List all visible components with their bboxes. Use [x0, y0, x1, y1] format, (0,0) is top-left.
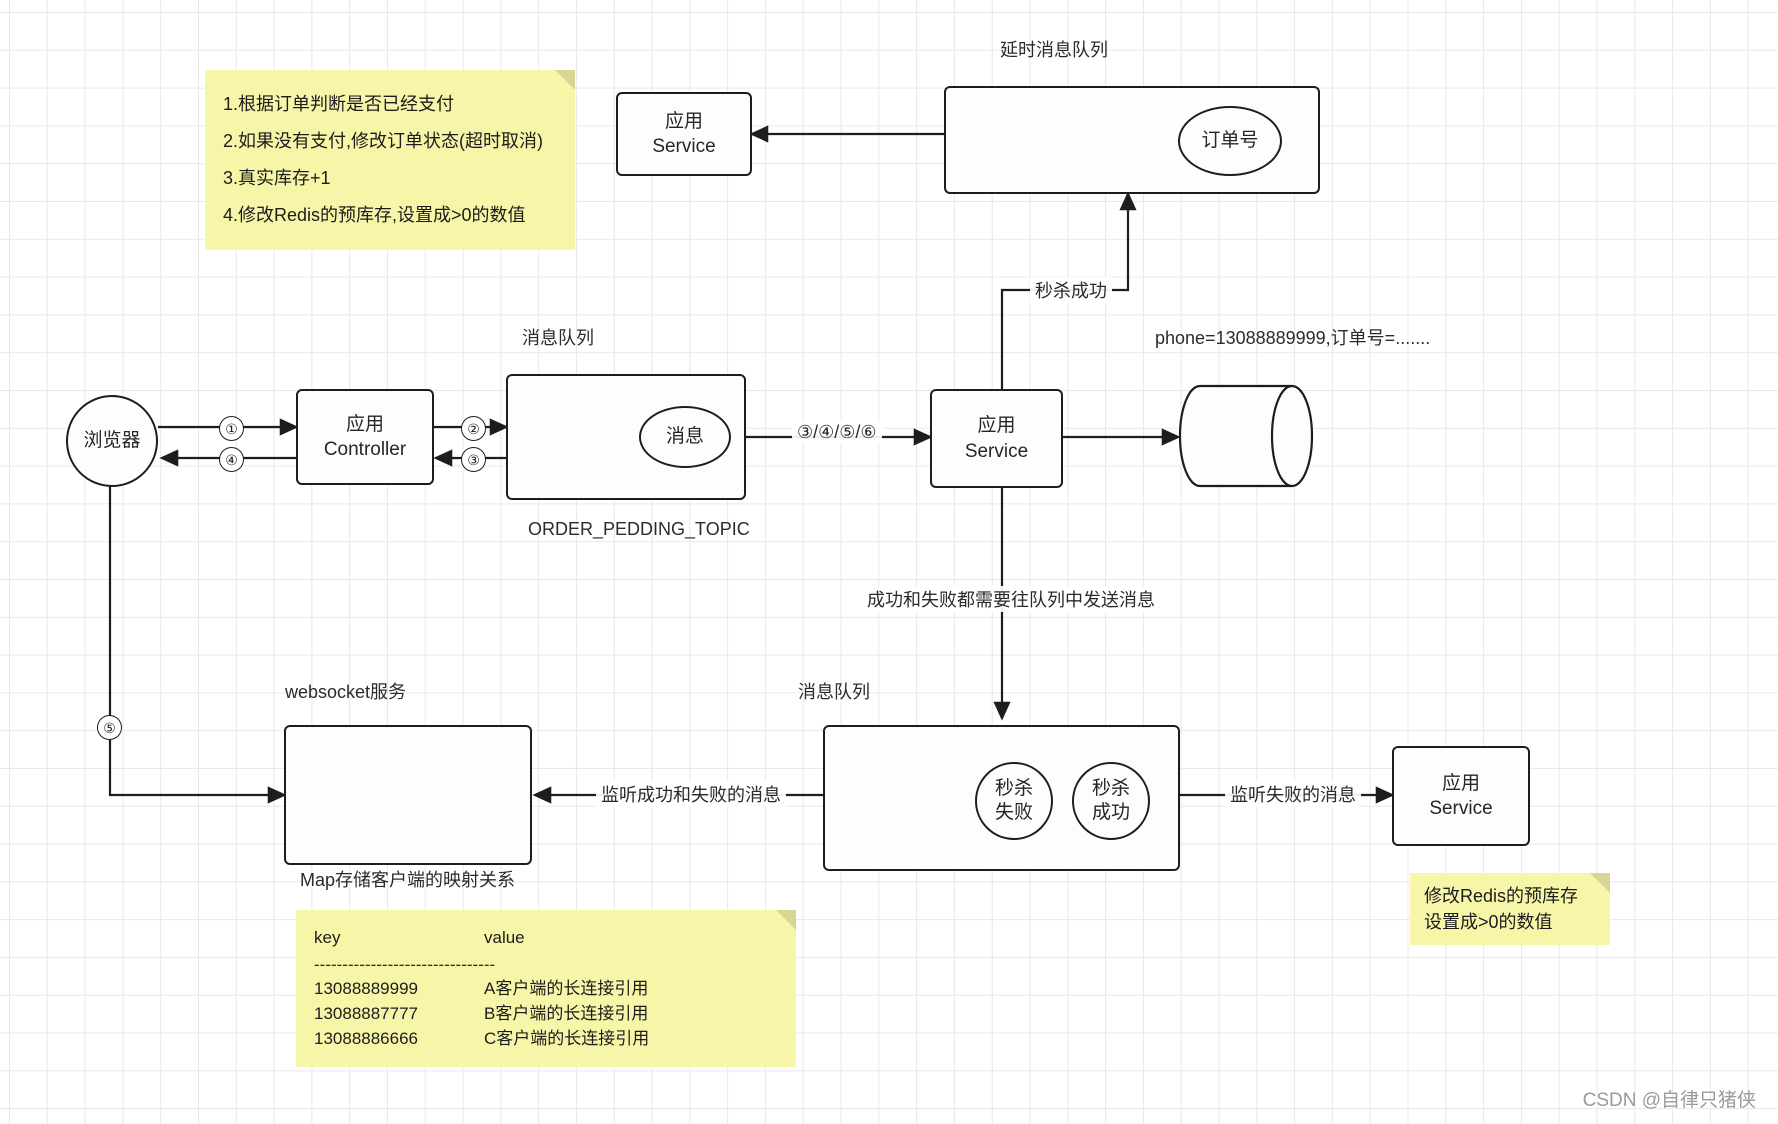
note-fold-icon — [555, 70, 575, 90]
app-service-bottom-line1: 应用 — [1441, 772, 1480, 794]
note-line: 4.修改Redis的预库存,设置成>0的数值 — [223, 204, 526, 225]
edge-label-listen-fail: 监听失败的消息 — [1225, 781, 1361, 807]
app-service-top-line1: 应用 — [664, 110, 703, 132]
app-service-bottom-box: 应用 Service — [1392, 746, 1530, 846]
seckill-success-ellipse: 秒杀 成功 — [1072, 762, 1150, 840]
seckill-success-line2: 成功 — [1091, 802, 1130, 823]
edge-label-listen-success-fail: 监听成功和失败的消息 — [596, 781, 786, 807]
note-top-left: 1.根据订单判断是否已经支付 2.如果没有支付,修改订单状态(超时取消) 3.真… — [205, 70, 575, 250]
websocket-service-box — [284, 725, 532, 865]
note-line: 修改Redis的预库存 — [1424, 886, 1579, 906]
app-service-mid-line1: 应用 — [977, 415, 1016, 437]
delay-queue-inner-label: 订单号 — [1201, 130, 1259, 152]
kv-header-key: key — [314, 928, 341, 947]
websocket-caption: websocket服务 — [285, 682, 407, 702]
note-line: 2.如果没有支付,修改订单状态(超时取消) — [223, 130, 543, 151]
kv-row: 13088886666 C客户端的长连接引用 — [314, 1027, 778, 1052]
note-kv-mapping: key value ------------------------------… — [296, 910, 796, 1068]
kv-row: 13088887777 B客户端的长连接引用 — [314, 1002, 778, 1027]
edge-label-phone-payload: phone=13088889999,订单号=....... — [1155, 328, 1431, 348]
app-controller-line1: 应用 — [345, 413, 384, 435]
kv-key: 13088886666 — [314, 1028, 419, 1048]
kv-key: 13088889999 — [314, 979, 419, 999]
note-fold-icon — [776, 910, 796, 930]
note-line: 3.真实库存+1 — [223, 167, 331, 188]
order-queue-inner-ellipse: 消息 — [639, 406, 731, 468]
browser-label: 浏览器 — [83, 430, 141, 452]
seckill-fail-ellipse: 秒杀 失败 — [975, 762, 1053, 840]
note-line: 设置成>0的数值 — [1424, 912, 1553, 933]
step-number-5: ⑤ — [97, 715, 122, 740]
step-number-2: ② — [461, 416, 486, 441]
order-queue-inner-label: 消息 — [665, 426, 704, 448]
database-cylinder — [1178, 384, 1314, 488]
app-service-top-line2: Service — [652, 136, 716, 157]
kv-divider: -------------------------------- — [314, 954, 496, 974]
kv-value: C客户端的长连接引用 — [484, 1028, 650, 1048]
edge-label-seckill-success: 秒杀成功 — [1030, 277, 1112, 303]
seckill-success-line1: 秒杀 — [1091, 778, 1130, 800]
kv-key: 13088887777 — [314, 1003, 419, 1023]
result-queue-caption: 消息队列 — [798, 682, 870, 702]
wire-browser-to-websocket — [108, 480, 287, 804]
app-controller-line2: Controller — [323, 439, 407, 460]
app-controller-box: 应用 Controller — [296, 389, 434, 485]
kv-value: B客户端的长连接引用 — [484, 1003, 649, 1023]
step-number-3: ③ — [461, 447, 486, 472]
seckill-fail-line1: 秒杀 — [994, 778, 1033, 800]
note-bottom-right: 修改Redis的预库存 设置成>0的数值 — [1410, 873, 1610, 946]
delay-queue-caption: 延时消息队列 — [1000, 40, 1108, 60]
app-service-mid-line2: Service — [964, 440, 1029, 462]
edge-label-send-to-queue: 成功和失败都需要往队列中发送消息 — [862, 586, 1160, 612]
step-number-4: ④ — [219, 447, 244, 472]
order-queue-topic-label: ORDER_PEDDING_TOPIC — [528, 519, 750, 539]
order-queue-caption: 消息队列 — [522, 328, 594, 348]
app-service-mid-box: 应用 Service — [930, 389, 1063, 488]
app-service-top-box: 应用 Service — [616, 92, 752, 176]
kv-row: 13088889999 A客户端的长连接引用 — [314, 977, 778, 1002]
edge-label-consume-group: ③/④/⑤/⑥ — [792, 422, 882, 443]
watermark: CSDN @自律只猪侠 — [1582, 1090, 1756, 1111]
browser-node: 浏览器 — [66, 395, 158, 487]
step-number-1: ① — [219, 416, 244, 441]
diagram-canvas: 1.根据订单判断是否已经支付 2.如果没有支付,修改订单状态(超时取消) 3.真… — [0, 0, 1778, 1124]
websocket-footer-label: Map存储客户端的映射关系 — [300, 870, 516, 890]
seckill-fail-line2: 失败 — [994, 802, 1033, 823]
delay-queue-inner-ellipse: 订单号 — [1178, 106, 1282, 176]
app-service-bottom-line2: Service — [1429, 798, 1493, 819]
kv-value: A客户端的长连接引用 — [484, 979, 649, 999]
note-line: 1.根据订单判断是否已经支付 — [223, 94, 455, 114]
note-fold-icon — [1590, 873, 1610, 893]
kv-header-value: value — [484, 928, 525, 947]
